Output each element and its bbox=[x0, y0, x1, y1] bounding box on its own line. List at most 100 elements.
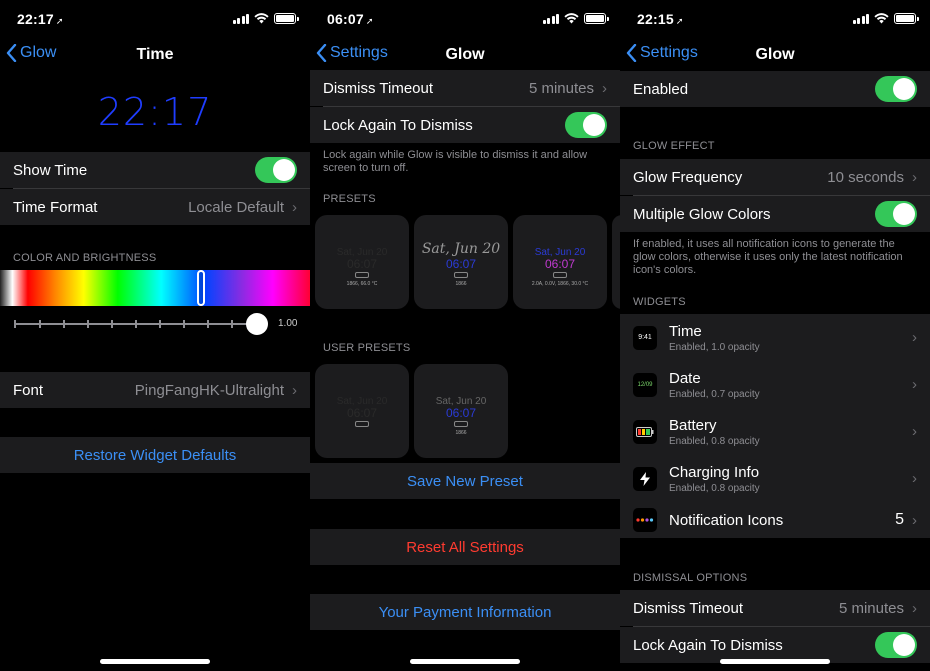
dismiss-timeout-row[interactable]: Dismiss Timeout 5 minutes › bbox=[620, 590, 930, 626]
preset-time: 06:07 bbox=[445, 257, 477, 271]
status-bar: 06:07 ➚ bbox=[310, 0, 620, 38]
color-picker-handle[interactable] bbox=[197, 270, 205, 306]
battery-icon bbox=[274, 12, 299, 24]
dismiss-timeout-value: 5 minutes bbox=[528, 79, 594, 97]
home-indicator bbox=[410, 659, 520, 664]
widget-row-charging[interactable]: Charging Info Enabled, 0.8 opacity › bbox=[620, 455, 930, 502]
lock-again-footnote: Lock again while Glow is visible to dism… bbox=[323, 149, 588, 174]
battery-icon bbox=[584, 12, 609, 24]
battery-icon bbox=[894, 12, 919, 24]
preset-card[interactable]: Sat, Jun 20 06:07 1866, 66.0 °C bbox=[315, 215, 409, 309]
location-icon: ➚ bbox=[55, 16, 64, 26]
wifi-icon bbox=[564, 12, 579, 23]
slider-tick bbox=[135, 320, 137, 328]
preset-card[interactable]: Sat, Jun 20 06:07 2.0A, 0.0V, 1866, 30.0… bbox=[513, 215, 607, 309]
preset-battery-icon bbox=[355, 272, 369, 278]
glow-settings-screen: 22:15 ➚ Settings Glow Enabled GLOW EFFECT… bbox=[620, 0, 930, 671]
multiple-glow-colors-toggle[interactable] bbox=[875, 201, 917, 227]
widgets-header: WIDGETS bbox=[633, 296, 686, 308]
slider-tick bbox=[183, 320, 185, 328]
cellular-signal-icon bbox=[232, 13, 249, 24]
preset-time: 06:07 bbox=[445, 406, 477, 420]
chevron-right-icon: › bbox=[912, 599, 917, 617]
chevron-right-icon: › bbox=[912, 511, 917, 529]
lock-again-row: Lock Again To Dismiss bbox=[620, 627, 930, 663]
lock-again-toggle[interactable] bbox=[875, 632, 917, 658]
preset-time: 06:07 bbox=[346, 406, 378, 420]
chevron-right-icon: › bbox=[912, 376, 917, 393]
widget-title: Date bbox=[669, 369, 701, 387]
preset-time: 06:07 bbox=[346, 257, 378, 271]
glow-presets-screen: 06:07 ➚ Settings Glow Dismiss Timeout 5 m… bbox=[310, 0, 620, 671]
widget-subtitle: Enabled, 1.0 opacity bbox=[669, 341, 760, 353]
dismiss-timeout-row[interactable]: Dismiss Timeout 5 minutes › bbox=[310, 70, 620, 106]
glow-frequency-label: Glow Frequency bbox=[633, 168, 743, 186]
page-title: Glow bbox=[445, 46, 485, 63]
page-title: Glow bbox=[755, 46, 795, 63]
home-indicator bbox=[720, 659, 830, 664]
brightness-slider-thumb[interactable] bbox=[246, 313, 268, 335]
presets-header: PRESETS bbox=[323, 193, 376, 205]
chevron-right-icon: › bbox=[602, 79, 607, 97]
chevron-right-icon: › bbox=[292, 381, 297, 399]
color-spectrum-picker[interactable] bbox=[0, 270, 310, 306]
time-widget-icon: 9:41 bbox=[633, 325, 657, 350]
location-icon: ➚ bbox=[365, 16, 374, 26]
preset-date: Sat, Jun 20 bbox=[421, 241, 501, 257]
notification-icons-row[interactable]: Notification Icons 5 › bbox=[620, 502, 930, 538]
preset-subtext: 1866 bbox=[455, 281, 467, 287]
status-time: 22:15 ➚ bbox=[637, 11, 684, 27]
widget-row-time[interactable]: 9:41 Time Enabled, 1.0 opacity › bbox=[620, 314, 930, 361]
dismiss-timeout-label: Dismiss Timeout bbox=[323, 79, 434, 97]
enabled-toggle[interactable] bbox=[875, 76, 917, 102]
save-preset-button[interactable]: Save New Preset bbox=[310, 463, 620, 499]
preset-battery-icon bbox=[553, 272, 567, 278]
lock-again-label: Lock Again To Dismiss bbox=[323, 116, 473, 134]
show-time-toggle[interactable] bbox=[255, 157, 297, 183]
lock-again-label: Lock Again To Dismiss bbox=[633, 636, 783, 654]
preset-battery-icon bbox=[454, 272, 468, 278]
restore-defaults-button[interactable]: Restore Widget Defaults bbox=[0, 437, 310, 473]
show-time-label: Show Time bbox=[13, 161, 88, 179]
dismiss-timeout-label: Dismiss Timeout bbox=[633, 599, 744, 617]
status-time: 06:07 ➚ bbox=[327, 11, 374, 27]
payment-info-button[interactable]: Your Payment Information bbox=[310, 594, 620, 630]
user-preset-card[interactable]: Sat, Jun 20 06:07 bbox=[315, 364, 409, 458]
status-bar: 22:17 ➚ bbox=[0, 0, 310, 38]
status-time: 22:17 ➚ bbox=[17, 11, 64, 27]
glow-effect-header: GLOW EFFECT bbox=[633, 140, 715, 152]
enabled-label: Enabled bbox=[633, 80, 689, 98]
dismissal-options-header: DISMISSAL OPTIONS bbox=[633, 572, 748, 584]
lock-again-toggle[interactable] bbox=[565, 112, 607, 138]
preset-card[interactable]: Sat, Jun 20 06:07 1866 bbox=[414, 215, 508, 309]
location-icon: ➚ bbox=[675, 16, 684, 26]
nav-bar: Settings Glow bbox=[620, 38, 930, 72]
time-format-row[interactable]: Time Format Locale Default › bbox=[0, 189, 310, 225]
preset-subtext: 1866 bbox=[455, 430, 467, 436]
widget-row-date[interactable]: 12/09 Date Enabled, 0.7 opacity › bbox=[620, 361, 930, 408]
slider-tick bbox=[63, 320, 65, 328]
widget-row-battery[interactable]: Battery Enabled, 0.8 opacity › bbox=[620, 408, 930, 455]
color-brightness-header: COLOR AND BRIGHTNESS bbox=[13, 252, 157, 264]
page-title: Time bbox=[136, 46, 174, 63]
cellular-signal-icon bbox=[852, 13, 869, 24]
preset-subtext: 1866, 66.0 °C bbox=[346, 281, 378, 287]
glow-frequency-row[interactable]: Glow Frequency 10 seconds › bbox=[620, 159, 930, 195]
slider-tick bbox=[87, 320, 89, 328]
time-format-value: Locale Default bbox=[188, 198, 284, 216]
notification-icons-value: 5 bbox=[895, 511, 904, 528]
wifi-icon bbox=[254, 12, 269, 23]
user-preset-card[interactable]: Sat, Jun 20 06:07 1866 bbox=[414, 364, 508, 458]
multiple-glow-colors-row: Multiple Glow Colors bbox=[620, 196, 930, 232]
preset-subtext: 2.0A, 0.0V, 1866, 30.0 °C bbox=[531, 281, 589, 287]
notification-dots-icon bbox=[633, 508, 657, 532]
chevron-right-icon: › bbox=[912, 423, 917, 440]
font-row[interactable]: Font PingFangHK-Ultralight › bbox=[0, 372, 310, 408]
reset-settings-button[interactable]: Reset All Settings bbox=[310, 529, 620, 565]
nav-bar: Glow Time bbox=[0, 38, 310, 72]
slider-tick bbox=[231, 320, 233, 328]
user-presets-header: USER PRESETS bbox=[323, 342, 411, 354]
preset-card-partial[interactable] bbox=[612, 215, 620, 309]
chevron-right-icon: › bbox=[912, 168, 917, 186]
nav-bar: Settings Glow bbox=[310, 38, 620, 72]
